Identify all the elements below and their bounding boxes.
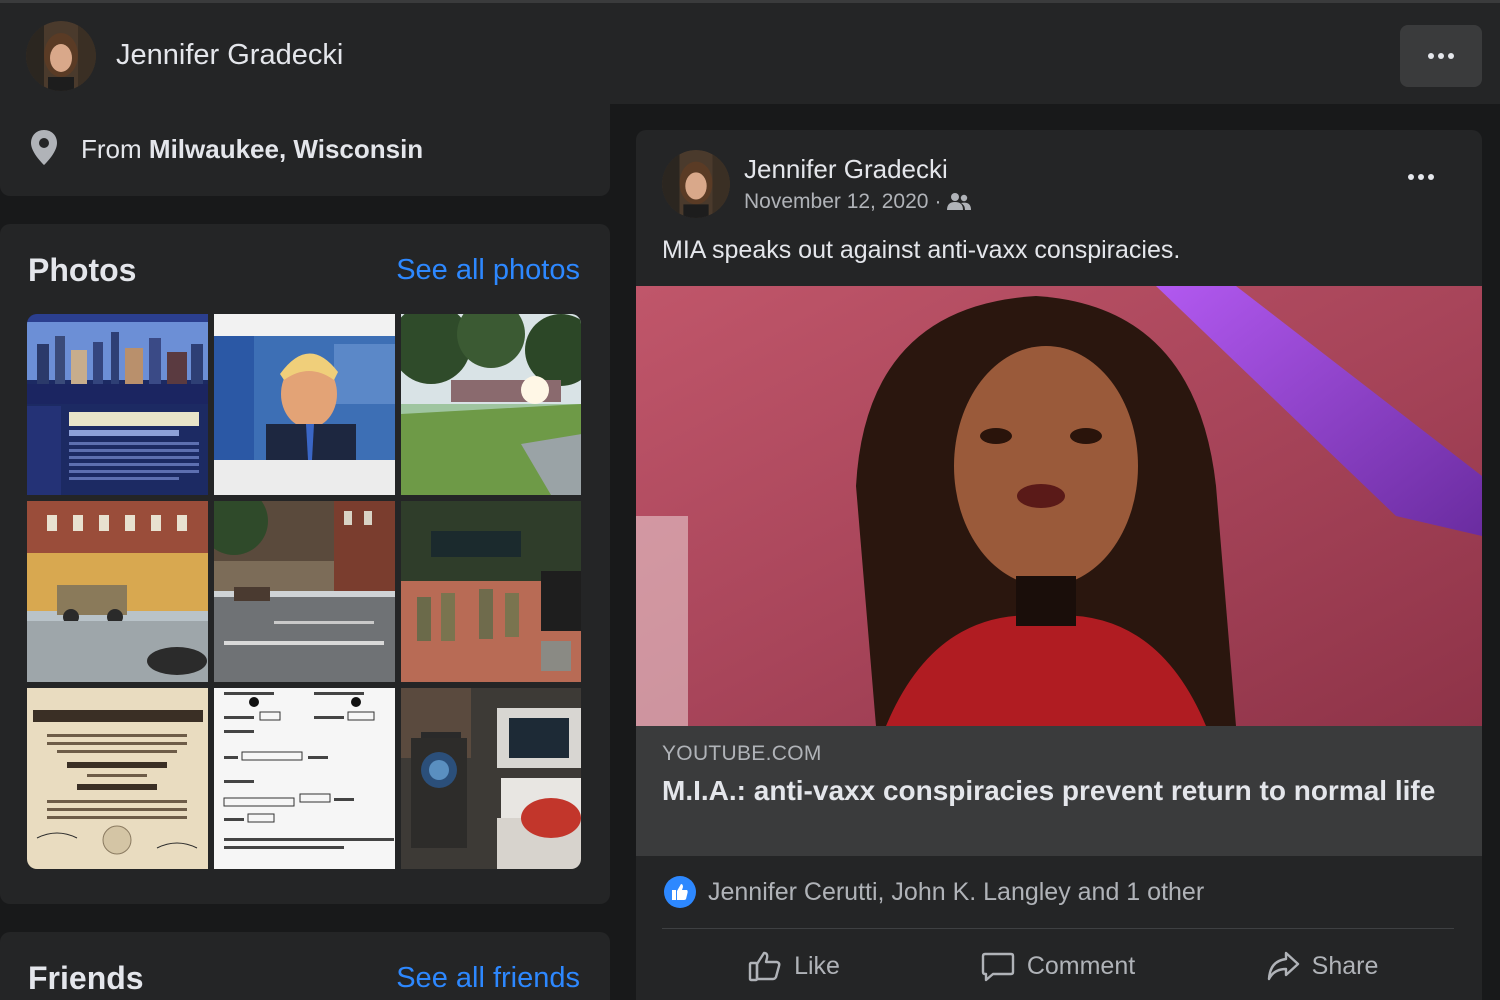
photos-grid: [27, 314, 581, 869]
reactions-summary[interactable]: Jennifer Cerutti, John K. Langley and 1 …: [664, 876, 1204, 908]
photo-convention-flyer[interactable]: [27, 314, 208, 495]
post-card: Jennifer Gradecki November 12, 2020 · MI…: [636, 130, 1482, 1000]
post-date[interactable]: November 12, 2020: [744, 190, 928, 214]
share-label: Share: [1311, 951, 1379, 980]
post-meta: November 12, 2020 ·: [744, 190, 972, 214]
photo-street-humvee[interactable]: [27, 501, 208, 682]
photo-street-intersection[interactable]: [214, 501, 395, 682]
share-icon: [1267, 951, 1299, 981]
friends-card: Friends See all friends: [0, 932, 610, 1000]
like-button[interactable]: Like: [662, 942, 926, 990]
post-author-name[interactable]: Jennifer Gradecki: [744, 154, 948, 185]
comment-icon: [981, 952, 1015, 982]
photo-museum-exhibit[interactable]: [401, 688, 581, 869]
photo-diploma[interactable]: [27, 688, 208, 869]
like-label: Like: [794, 951, 840, 980]
link-preview[interactable]: YOUTUBE.COM M.I.A.: anti-vaxx conspiraci…: [636, 726, 1482, 856]
profile-name[interactable]: Jennifer Gradecki: [116, 39, 343, 72]
friends-icon[interactable]: [947, 192, 972, 212]
hometown-link[interactable]: Milwaukee, Wisconsin: [149, 134, 423, 164]
profile-avatar[interactable]: [26, 21, 96, 91]
friends-title[interactable]: Friends: [28, 960, 144, 997]
location-pin-icon: [31, 130, 57, 165]
comment-label: Comment: [1026, 951, 1136, 980]
profile-more-button[interactable]: [1400, 25, 1482, 87]
link-domain: YOUTUBE.COM: [662, 742, 822, 765]
video-thumbnail[interactable]: [636, 286, 1482, 726]
like-reaction-icon: [664, 876, 696, 908]
post-author-avatar[interactable]: [662, 150, 730, 218]
see-all-photos-link[interactable]: See all photos: [396, 254, 580, 287]
comment-button[interactable]: Comment: [926, 942, 1190, 990]
link-title[interactable]: M.I.A.: anti-vaxx conspiracies prevent r…: [662, 774, 1452, 808]
photo-park-crowd[interactable]: [401, 314, 581, 495]
profile-header-bar: Jennifer Gradecki: [0, 0, 1500, 104]
post-actions: Like Comment Share: [662, 942, 1454, 990]
more-dots-icon: [1428, 53, 1454, 59]
post-text: MIA speaks out against anti-vaxx conspir…: [662, 236, 1181, 264]
photo-tv-screen[interactable]: [214, 314, 395, 495]
intro-card: From Milwaukee, Wisconsin: [0, 104, 610, 196]
reactions-names[interactable]: Jennifer Cerutti, John K. Langley and 1 …: [708, 878, 1204, 907]
photo-soldiers-sidewalk[interactable]: [401, 501, 581, 682]
photos-card: Photos See all photos: [0, 224, 610, 904]
actions-divider: [662, 928, 1454, 929]
photo-redacted-document[interactable]: [214, 688, 395, 869]
photos-title[interactable]: Photos: [28, 252, 136, 289]
hometown-text: From Milwaukee, Wisconsin: [81, 134, 423, 165]
see-all-friends-link[interactable]: See all friends: [396, 962, 580, 995]
meta-separator: ·: [934, 190, 942, 213]
share-button[interactable]: Share: [1190, 942, 1454, 990]
thumbs-up-icon: [748, 951, 781, 982]
post-options-button[interactable]: [1408, 174, 1434, 180]
from-prefix: From: [81, 134, 142, 164]
more-dots-icon: [1408, 174, 1434, 180]
